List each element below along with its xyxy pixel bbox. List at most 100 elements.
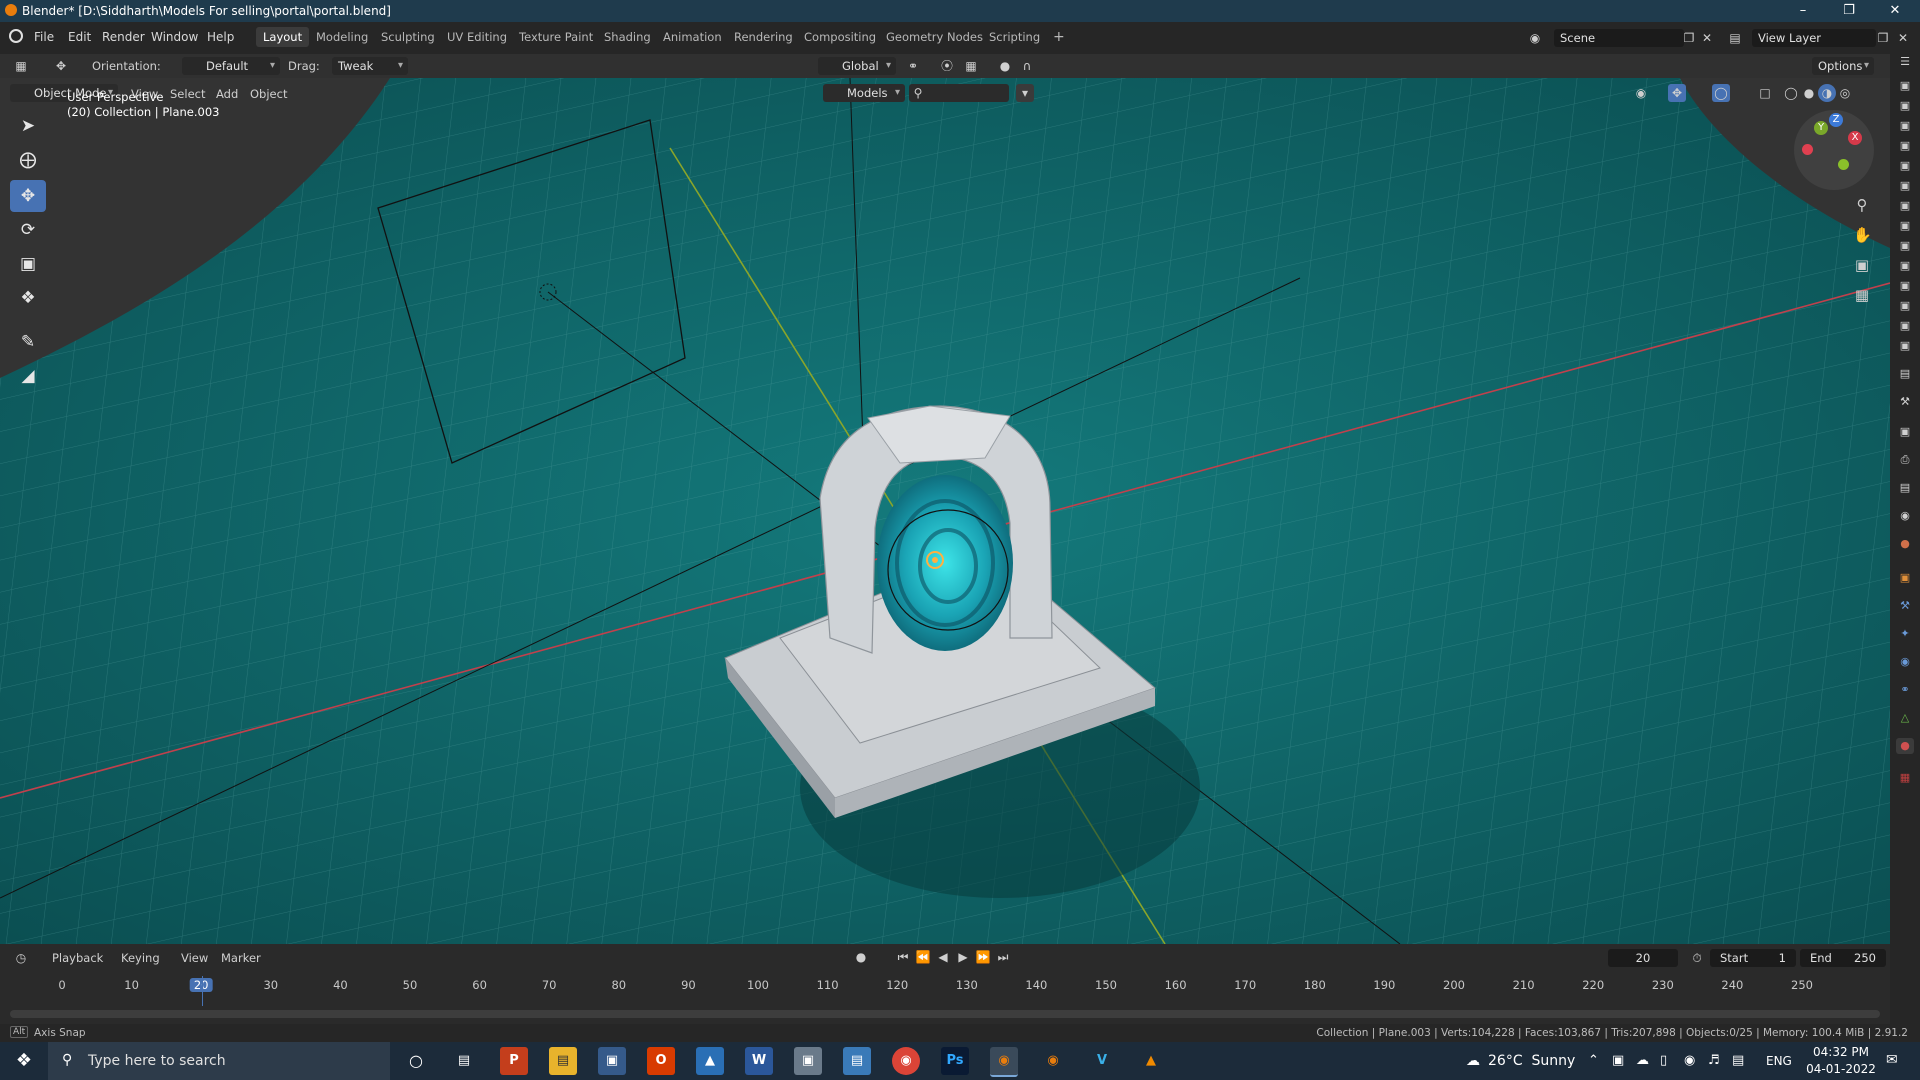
constraint-properties-icon[interactable]: ⚭ xyxy=(1896,682,1914,698)
modifier-properties-icon[interactable]: ⚒ xyxy=(1896,598,1914,614)
rendered-shading-icon[interactable]: ◎ xyxy=(1836,84,1854,102)
tab-scripting[interactable]: Scripting xyxy=(982,27,1047,47)
powerpoint-icon[interactable]: P xyxy=(500,1047,528,1075)
render-toggle-icon-14[interactable]: ▣ xyxy=(1896,338,1914,354)
tab-uv-editing[interactable]: UV Editing xyxy=(440,27,514,47)
word-icon[interactable]: W xyxy=(745,1047,773,1075)
timeline-menu-playback[interactable]: Playback xyxy=(52,951,103,965)
clock-date[interactable]: 04-01-2022 xyxy=(1806,1062,1876,1076)
windows-start-icon[interactable]: ❖ xyxy=(10,1047,38,1075)
render-toggle-icon-11[interactable]: ▣ xyxy=(1896,278,1914,294)
language-indicator[interactable]: ENG xyxy=(1766,1054,1792,1068)
select-box-tool[interactable]: ➤ xyxy=(10,110,46,142)
scene-field[interactable]: Scene xyxy=(1554,29,1684,47)
rotate-tool[interactable]: ⟳ xyxy=(10,214,46,246)
new-scene-icon[interactable]: ❐ xyxy=(1680,29,1698,47)
photoshop-icon[interactable]: Ps xyxy=(941,1047,969,1075)
play-icon[interactable]: ▶ xyxy=(954,948,972,966)
measure-tool[interactable]: ◢ xyxy=(10,360,46,392)
output-properties-icon[interactable]: ⎙ xyxy=(1896,452,1914,468)
material-shading-icon[interactable]: ◑ xyxy=(1818,84,1836,102)
render-toggle-icon-10[interactable]: ▣ xyxy=(1896,258,1914,274)
restore-button[interactable]: ❐ xyxy=(1826,0,1872,22)
render-toggle-icon-9[interactable]: ▣ xyxy=(1896,238,1914,254)
annotate-tool[interactable]: ✎ xyxy=(10,326,46,358)
transform-orientation-dropdown[interactable]: Global xyxy=(818,57,896,75)
cursor-tool[interactable]: ⨁ xyxy=(10,144,46,176)
show-hidden-icons[interactable]: ⌃ xyxy=(1588,1053,1599,1068)
store-icon[interactable]: ▣ xyxy=(598,1047,626,1075)
move-tool[interactable]: ✥ xyxy=(10,180,46,212)
jump-keyframe-forward-icon[interactable]: ⏩ xyxy=(974,948,992,966)
tab-layout[interactable]: Layout xyxy=(256,27,310,47)
view-layer-field[interactable]: View Layer xyxy=(1752,29,1876,47)
volume-icon[interactable]: ♬ xyxy=(1708,1053,1720,1068)
xray-icon[interactable]: □ xyxy=(1756,84,1774,102)
filter-icon[interactable]: ▾ xyxy=(1016,84,1034,102)
solid-shading-icon[interactable]: ● xyxy=(1800,84,1818,102)
new-view-layer-icon[interactable]: ❐ xyxy=(1874,29,1892,47)
particles-properties-icon[interactable]: ✦ xyxy=(1896,626,1914,642)
viewport-menu-select[interactable]: Select xyxy=(170,87,205,101)
zoom-icon[interactable]: ⚲ xyxy=(1853,196,1871,214)
record-icon[interactable]: ● xyxy=(852,948,870,966)
properties-editor-icon[interactable]: ▤ xyxy=(1896,366,1914,382)
render-properties-icon[interactable]: ▣ xyxy=(1896,424,1914,440)
gizmo-toggle-icon[interactable]: ✥ xyxy=(1668,84,1686,102)
tab-geometry-nodes[interactable]: Geometry Nodes xyxy=(879,27,990,47)
editor-type-icon[interactable]: ▦ xyxy=(12,57,30,75)
navigation-gizmo[interactable]: Z Y X xyxy=(1794,110,1874,190)
object-properties-icon[interactable]: ▣ xyxy=(1896,570,1914,586)
gizmo-y-axis[interactable]: Y xyxy=(1814,121,1828,135)
render-toggle-icon-13[interactable]: ▣ xyxy=(1896,318,1914,334)
cortana-icon[interactable]: ○ xyxy=(402,1047,430,1075)
viewport-menu-add[interactable]: Add xyxy=(216,87,238,101)
file-explorer-icon[interactable]: ▤ xyxy=(549,1047,577,1075)
app-icon-4[interactable]: V xyxy=(1088,1047,1116,1075)
texture-properties-icon[interactable]: ▦ xyxy=(1896,770,1914,786)
data-properties-icon[interactable]: △ xyxy=(1896,710,1914,726)
render-toggle-icon-6[interactable]: ▣ xyxy=(1896,178,1914,194)
render-toggle-icon-7[interactable]: ▣ xyxy=(1896,198,1914,214)
menu-render[interactable]: Render xyxy=(102,30,145,44)
viewport-menu-object[interactable]: Object xyxy=(250,87,287,101)
add-workspace-button[interactable]: + xyxy=(1046,27,1072,47)
tab-modeling[interactable]: Modeling xyxy=(309,27,375,47)
taskbar-search-box[interactable]: ⚲ Type here to search xyxy=(48,1042,390,1080)
wireframe-shading-icon[interactable]: ◯ xyxy=(1782,84,1800,102)
render-toggle-icon-8[interactable]: ▣ xyxy=(1896,218,1914,234)
render-toggle-icon-1[interactable]: ▣ xyxy=(1896,78,1914,94)
jump-end-icon[interactable]: ⏭ xyxy=(994,948,1012,966)
current-frame-field[interactable]: 20 xyxy=(1608,949,1678,967)
task-view-icon[interactable]: ▤ xyxy=(450,1047,478,1075)
office-icon[interactable]: O xyxy=(647,1047,675,1075)
menu-window[interactable]: Window xyxy=(151,30,198,44)
weather-text[interactable]: 26°C Sunny xyxy=(1488,1053,1575,1069)
scene-properties-icon[interactable]: ◉ xyxy=(1896,508,1914,524)
timeline-menu-keying[interactable]: Keying xyxy=(121,951,160,965)
transform-tool[interactable]: ❖ xyxy=(10,282,46,314)
timeline-editor-type-icon[interactable]: ◷ xyxy=(12,949,30,967)
minimize-button[interactable]: – xyxy=(1780,0,1826,22)
play-reverse-icon[interactable]: ◀ xyxy=(934,948,952,966)
app-icon-3[interactable]: ▤ xyxy=(843,1047,871,1075)
render-toggle-icon-4[interactable]: ▣ xyxy=(1896,138,1914,154)
tab-sculpting[interactable]: Sculpting xyxy=(374,27,442,47)
start-frame-field[interactable]: Start 1 xyxy=(1710,949,1796,967)
menu-file[interactable]: File xyxy=(34,30,54,44)
blender-taskbar-icon-2[interactable]: ◉ xyxy=(1039,1047,1067,1075)
collection-filter-dropdown[interactable]: Models xyxy=(823,84,905,102)
pivot-point-icon[interactable]: ⚭ xyxy=(904,57,922,75)
render-toggle-icon-12[interactable]: ▣ xyxy=(1896,298,1914,314)
orientation-dropdown[interactable]: Default xyxy=(182,57,280,75)
render-toggle-icon-3[interactable]: ▣ xyxy=(1896,118,1914,134)
outliner-icon[interactable]: ☰ xyxy=(1896,54,1914,70)
falloff-icon[interactable]: ∩ xyxy=(1018,57,1036,75)
snap-icon[interactable]: ⦿ xyxy=(938,57,956,75)
app-icon-1[interactable]: ▲ xyxy=(696,1047,724,1075)
jump-start-icon[interactable]: ⏮ xyxy=(894,948,912,966)
material-properties-icon[interactable]: ● xyxy=(1896,738,1914,754)
tab-compositing[interactable]: Compositing xyxy=(797,27,883,47)
gizmo-x-axis[interactable]: X xyxy=(1848,131,1862,145)
view-layer-properties-icon[interactable]: ▤ xyxy=(1896,480,1914,496)
